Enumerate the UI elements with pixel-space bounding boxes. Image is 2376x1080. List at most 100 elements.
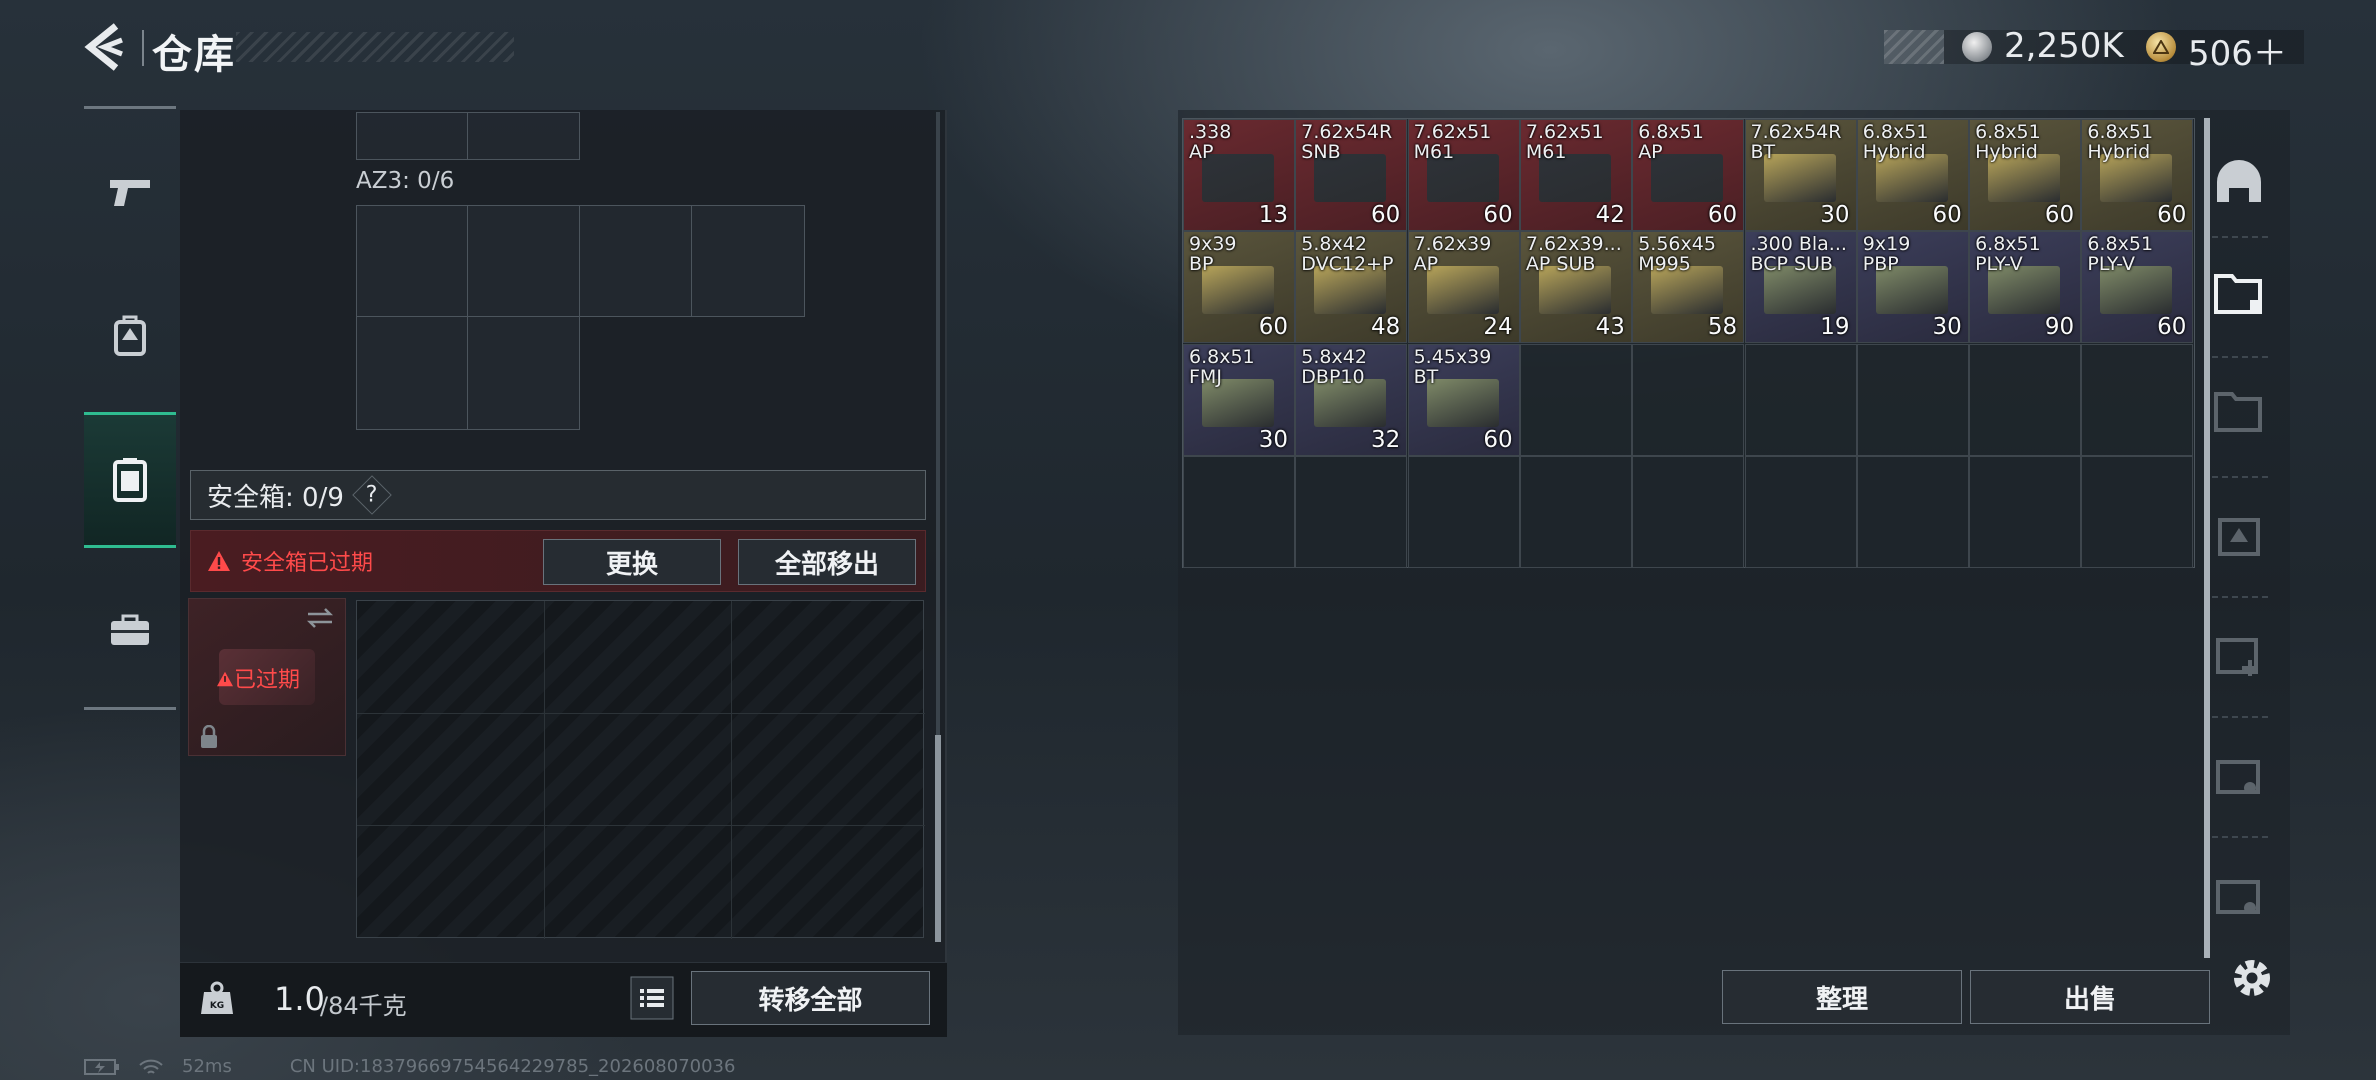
ammo-count: 48	[1371, 314, 1401, 341]
storage-slot[interactable]	[1744, 343, 1857, 456]
ammo-item[interactable]: 7.62x51 M61 60	[1407, 119, 1520, 231]
az3-slot[interactable]	[356, 205, 468, 317]
settings-button[interactable]	[2224, 950, 2280, 1006]
ammo-item[interactable]: .338 AP 13	[1183, 119, 1295, 231]
warning-small-icon	[217, 671, 233, 687]
upper-grid-cell[interactable]	[467, 112, 580, 160]
storage-slot[interactable]	[1744, 455, 1857, 568]
ammo-item[interactable]: 7.62x54R SNB 60	[1295, 119, 1408, 231]
ammo-item[interactable]: 9x19 PBP 30	[1856, 231, 1969, 344]
help-icon[interactable]: ?	[352, 475, 392, 515]
ammo-item[interactable]: 7.62x39 AP 24	[1407, 231, 1520, 344]
ammo-item[interactable]: 6.8x51 Hybrid 60	[1969, 119, 2082, 231]
list-view-button[interactable]	[630, 976, 674, 1020]
ammo-item[interactable]: 5.56x45 M995 58	[1632, 231, 1745, 344]
ammo-item[interactable]: 5.8x42 DBP10 32	[1295, 343, 1408, 456]
ammo-item[interactable]: .300 Bla... BCP SUB 19	[1744, 231, 1857, 344]
rail-armor-box[interactable]	[2210, 506, 2268, 564]
ammo-name: 6.8x51 FMJ	[1189, 345, 1255, 388]
ammo-name: 6.8x51 Hybrid	[1975, 121, 2041, 163]
ammo-name: 7.62x39... AP SUB	[1525, 233, 1622, 276]
storage-slot[interactable]	[1519, 455, 1632, 568]
ammo-item[interactable]: 5.45x39 BT 60	[1407, 343, 1520, 456]
ammo-item[interactable]: 7.62x39... AP SUB 43	[1519, 231, 1632, 344]
replace-button[interactable]: 更换	[543, 539, 721, 585]
ammo-count: 13	[1258, 202, 1288, 228]
ammo-name: 7.62x39 AP	[1413, 233, 1492, 276]
ammo-name: 6.8x51 PLY-V	[2087, 233, 2154, 276]
storage-slot[interactable]	[2081, 343, 2194, 456]
storage-slot[interactable]	[1856, 455, 1969, 568]
storage-slot[interactable]	[1969, 455, 2082, 568]
ammo-name: 6.8x51 AP	[1638, 121, 1704, 163]
ammo-name: 6.8x51 PLY-V	[1975, 233, 2041, 276]
rail-divider	[2212, 596, 2268, 598]
ammo-name: 5.45x39 BT	[1413, 345, 1492, 388]
backpack-icon	[114, 315, 146, 356]
storage-slot[interactable]	[1856, 343, 1969, 456]
ammo-count: 60	[1483, 426, 1513, 453]
rail-key-box-1[interactable]	[2210, 746, 2268, 804]
ammo-count: 58	[1707, 314, 1738, 341]
equipment-scroll-thumb[interactable]	[935, 735, 941, 942]
az3-slot[interactable]	[356, 316, 468, 430]
ammo-item[interactable]: 7.62x54R BT 30	[1744, 119, 1857, 231]
storage-slot[interactable]	[2081, 455, 2194, 568]
sell-button[interactable]: 出售	[1970, 970, 2210, 1024]
silver-balance: 2,250K	[2004, 26, 2124, 66]
ammo-item[interactable]: 6.8x51 FMJ 30	[1183, 343, 1295, 456]
ammo-count: 60	[2157, 314, 2187, 341]
ammo-item[interactable]: 7.62x51 M61 42	[1519, 119, 1632, 231]
rail-helmet[interactable]	[2210, 152, 2268, 210]
storage-slot[interactable]	[1632, 455, 1745, 568]
back-button[interactable]	[82, 22, 128, 72]
ammo-item[interactable]: 6.8x51 PLY-V 90	[1969, 231, 2082, 344]
ammo-item[interactable]: 5.8x42 DVC12+P 48	[1295, 231, 1408, 344]
rail-key-box-2[interactable]	[2210, 866, 2268, 924]
storage-slot[interactable]	[1632, 343, 1745, 456]
nav-weapons[interactable]	[84, 124, 176, 260]
ammo-item[interactable]: 9x39 BP 60	[1183, 231, 1295, 344]
storage-slot[interactable]	[1183, 455, 1295, 568]
ammo-count: 30	[1820, 202, 1850, 228]
swap-icon[interactable]	[305, 607, 335, 629]
rail-warehouse-2[interactable]	[2210, 382, 2268, 440]
battery-icon	[84, 1058, 119, 1075]
expired-alert-text: 安全箱已过期	[241, 551, 374, 576]
remove-all-button[interactable]: 全部移出	[738, 539, 916, 585]
storage-slot[interactable]	[1407, 455, 1520, 568]
currency-bar-hatch	[1884, 30, 1944, 64]
az3-slot[interactable]	[467, 316, 580, 430]
ammo-item[interactable]: 6.8x51 AP 60	[1632, 119, 1745, 231]
rail-warehouse-1[interactable]	[2210, 264, 2268, 322]
sort-button[interactable]: 整理	[1722, 970, 1962, 1024]
grid-line	[357, 713, 925, 714]
az3-slot[interactable]	[467, 205, 580, 317]
ammo-item[interactable]: 6.8x51 PLY-V 60	[2081, 231, 2194, 344]
ammo-item[interactable]: 6.8x51 Hybrid 60	[2081, 119, 2194, 231]
title-decoration	[236, 32, 514, 62]
ammo-count: 19	[1820, 314, 1850, 341]
rail-divider	[2212, 356, 2268, 358]
storage-slot[interactable]	[1295, 455, 1408, 568]
ammo-count: 60	[1707, 202, 1738, 228]
upper-grid-cell[interactable]	[356, 112, 468, 160]
ammo-name: .300 Bla... BCP SUB	[1750, 233, 1847, 276]
transfer-all-button[interactable]: 转移全部	[691, 971, 930, 1025]
rail-medical-box[interactable]	[2210, 626, 2268, 684]
ammo-name: 7.62x51 M61	[1413, 121, 1492, 163]
az3-slot[interactable]	[579, 205, 692, 317]
safe-box-grid[interactable]	[356, 600, 925, 939]
gold-balance[interactable]: 506＋	[2188, 26, 2287, 75]
az3-capacity-label: AZ3: 0/6	[356, 168, 455, 194]
nav-medical[interactable]	[84, 562, 176, 698]
ammo-count: 32	[1371, 426, 1401, 453]
ammo-name: 5.8x42 DVC12+P	[1301, 233, 1394, 276]
storage-slot[interactable]	[1969, 343, 2082, 456]
nav-armor[interactable]	[84, 268, 176, 404]
ammo-count: 60	[1932, 202, 1962, 228]
storage-slot[interactable]	[1519, 343, 1632, 456]
nav-safe-box[interactable]	[84, 412, 176, 548]
ammo-item[interactable]: 6.8x51 Hybrid 60	[1856, 119, 1969, 231]
az3-slot[interactable]	[691, 205, 805, 317]
